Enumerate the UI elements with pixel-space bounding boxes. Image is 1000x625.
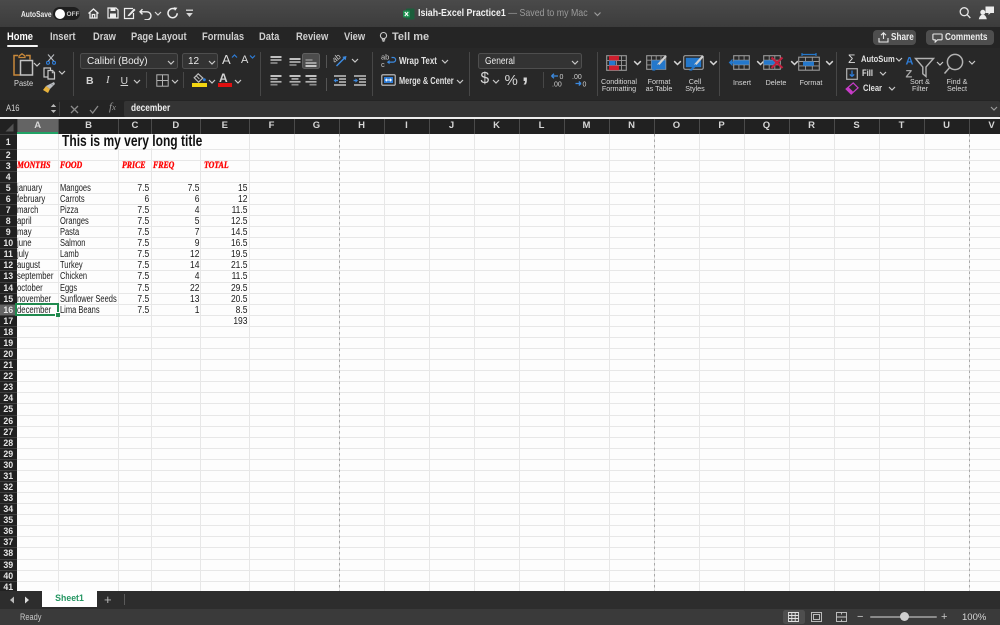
svg-text:ab: ab	[333, 53, 343, 65]
svg-text:A: A	[906, 55, 914, 67]
svg-text:0: 0	[560, 74, 564, 81]
svg-text:c: c	[381, 60, 385, 68]
svg-text:.00: .00	[552, 82, 562, 88]
